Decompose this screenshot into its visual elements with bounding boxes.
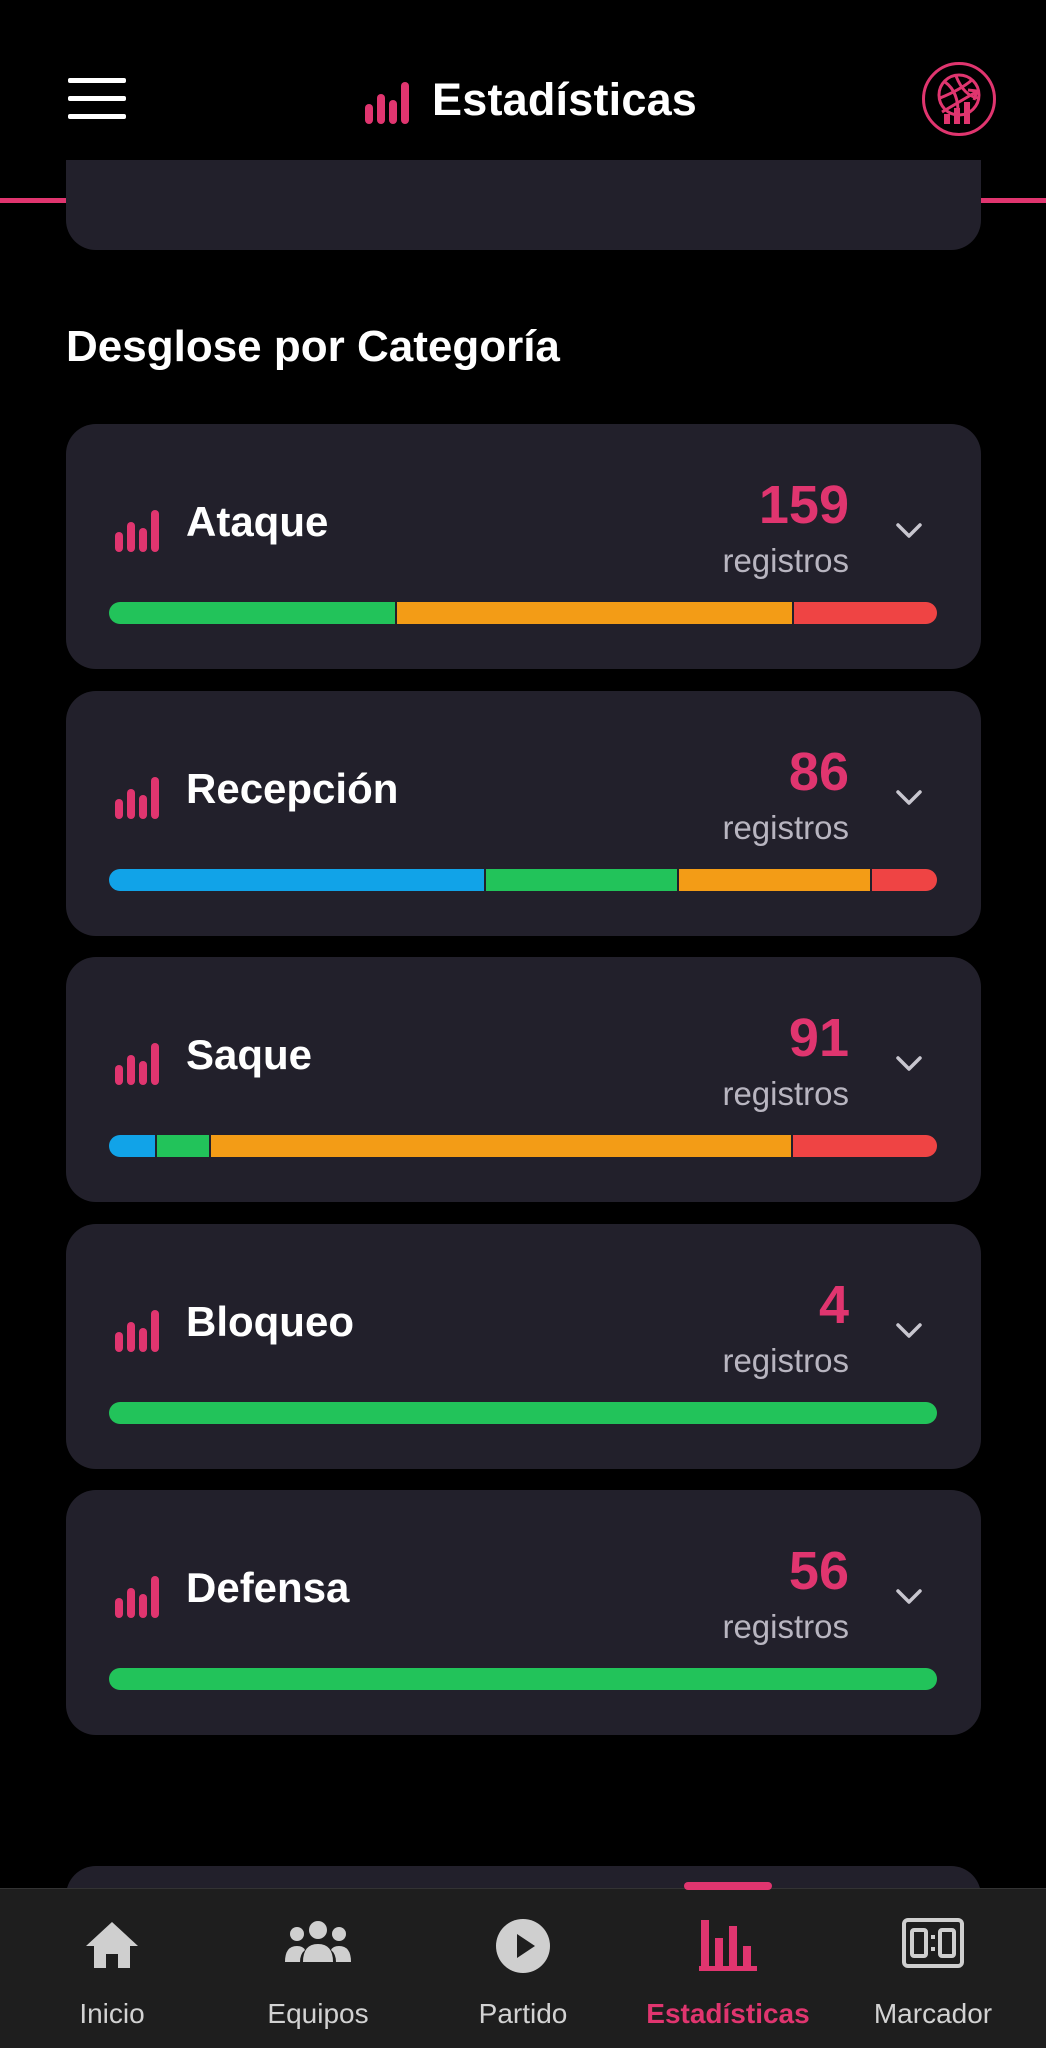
- category-card[interactable]: Recepción 86 registros: [66, 691, 981, 936]
- distribution-segment-red: [792, 602, 937, 624]
- chevron-down-icon[interactable]: [895, 783, 923, 811]
- header-title-group: Estadísticas: [364, 70, 697, 130]
- volleyball-stats-logo-icon: [937, 73, 981, 124]
- distribution-segment-green: [484, 869, 677, 891]
- nav-item-estadisticas[interactable]: Estadísticas: [638, 1888, 818, 2048]
- distribution-segment-blue: [109, 869, 485, 891]
- nav-label: Inicio: [79, 1998, 145, 2029]
- distribution-segment-green: [154, 1135, 210, 1157]
- category-count-unit: registros: [722, 1075, 849, 1112]
- nav-label: Estadísticas: [646, 1998, 810, 2029]
- distribution-segment-blue: [109, 1135, 155, 1157]
- nav-item-marcador[interactable]: Marcador: [843, 1888, 1023, 2048]
- category-count-unit: registros: [722, 1342, 849, 1379]
- category-name: Defensa: [186, 1564, 350, 1611]
- nav-label: Equipos: [267, 1998, 369, 2029]
- menu-icon-line: [68, 78, 126, 83]
- distribution-bar: [109, 869, 937, 891]
- bar-chart-icon: [115, 1576, 159, 1618]
- nav-label: Partido: [478, 1998, 568, 2029]
- nav-label: Marcador: [873, 1998, 993, 2029]
- menu-icon-line: [68, 96, 126, 101]
- app-logo-button[interactable]: [922, 62, 996, 136]
- home-icon: [86, 1922, 138, 1968]
- play-icon: [496, 1919, 550, 1973]
- chevron-down-icon[interactable]: [895, 1582, 923, 1610]
- page-title: Estadísticas: [432, 74, 698, 125]
- distribution-bar: [109, 1402, 937, 1424]
- summary-card-partial: [66, 160, 981, 250]
- category-card[interactable]: Bloqueo 4 registros: [66, 1224, 981, 1469]
- menu-icon-line: [68, 114, 126, 119]
- distribution-segment-green: [109, 1402, 937, 1424]
- category-card[interactable]: Defensa 56 registros: [66, 1490, 981, 1735]
- category-count-unit: registros: [722, 542, 849, 579]
- category-count: 91: [788, 1008, 849, 1068]
- distribution-bar: [109, 602, 937, 624]
- chevron-down-icon[interactable]: [895, 1316, 923, 1344]
- category-card[interactable]: Saque 91 registros: [66, 957, 981, 1202]
- section-title: Desglose por Categoría: [66, 322, 560, 371]
- distribution-segment-orange: [394, 602, 793, 624]
- category-count-unit: registros: [722, 1608, 849, 1645]
- category-count: 56: [788, 1541, 849, 1601]
- bar-chart-icon: [115, 1310, 159, 1352]
- category-name: Saque: [186, 1031, 313, 1078]
- distribution-bar: [109, 1668, 937, 1690]
- bar-chart-icon: [365, 82, 409, 124]
- category-count: 159: [758, 475, 849, 535]
- bar-chart-icon: [115, 1043, 159, 1085]
- category-name: Recepción: [186, 765, 399, 812]
- distribution-segment-red: [869, 869, 937, 891]
- nav-item-equipos[interactable]: Equipos: [228, 1888, 408, 2048]
- category-name: Bloqueo: [186, 1298, 354, 1345]
- category-card[interactable]: Ataque 159 registros: [66, 424, 981, 669]
- category-count: 86: [788, 742, 849, 802]
- category-count-unit: registros: [722, 809, 849, 846]
- scoreboard-icon: [902, 1918, 964, 1968]
- distribution-bar: [109, 1135, 937, 1157]
- chevron-down-icon[interactable]: [895, 516, 923, 544]
- category-name: Ataque: [186, 498, 329, 545]
- bar-chart-icon: [115, 510, 159, 552]
- chevron-down-icon[interactable]: [895, 1049, 923, 1077]
- distribution-segment-red: [791, 1135, 937, 1157]
- people-icon: [285, 1921, 351, 1962]
- category-count: 4: [818, 1275, 849, 1335]
- bar-chart-icon: [699, 1920, 757, 1971]
- distribution-segment-orange: [209, 1135, 792, 1157]
- distribution-segment-green: [109, 1668, 937, 1690]
- bar-chart-icon: [115, 777, 159, 819]
- nav-item-inicio[interactable]: Inicio: [22, 1888, 202, 2048]
- menu-button[interactable]: [68, 76, 126, 120]
- nav-item-partido[interactable]: Partido: [433, 1888, 613, 2048]
- distribution-segment-orange: [677, 869, 870, 891]
- distribution-segment-green: [109, 602, 395, 624]
